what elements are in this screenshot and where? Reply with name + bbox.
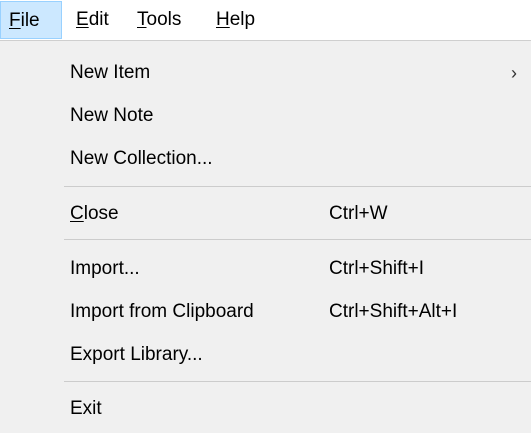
menu-bar: File Edit Tools Help bbox=[0, 0, 531, 40]
chevron-right-icon: › bbox=[511, 63, 517, 83]
menu-help[interactable]: Help bbox=[208, 1, 274, 39]
menu-help-mnemonic: H bbox=[216, 9, 230, 30]
menu-item-import[interactable]: Import... Ctrl+Shift+I bbox=[0, 249, 531, 289]
menu-item-exit-label: Exit bbox=[70, 398, 102, 419]
menu-tools[interactable]: Tools bbox=[129, 1, 205, 39]
menu-edit-mnemonic: E bbox=[76, 9, 89, 30]
file-menu-dropdown: New Item › New Note New Collection... Cl… bbox=[0, 40, 531, 433]
menu-item-close-label: Close bbox=[70, 194, 119, 234]
menu-edit[interactable]: Edit bbox=[68, 1, 124, 39]
menu-file-label: ile bbox=[20, 10, 40, 31]
menu-item-close-rest: lose bbox=[83, 203, 119, 224]
menu-help-label: elp bbox=[229, 9, 256, 30]
menu-item-export-library-label: Export Library... bbox=[70, 344, 203, 365]
menu-file-mnemonic: F bbox=[9, 10, 21, 31]
menu-edit-label: dit bbox=[88, 9, 109, 30]
application-window: File Edit Tools Help New Item › New Note… bbox=[0, 0, 531, 433]
menu-tools-mnemonic: T bbox=[137, 9, 147, 30]
menu-tools-label: ools bbox=[146, 9, 182, 30]
menu-item-new-note[interactable]: New Note bbox=[0, 96, 531, 136]
menu-separator bbox=[64, 381, 531, 382]
menu-item-new-item[interactable]: New Item › bbox=[0, 53, 531, 93]
menu-separator bbox=[64, 186, 531, 187]
menu-item-close-shortcut: Ctrl+W bbox=[329, 203, 388, 224]
menu-separator bbox=[64, 239, 531, 240]
menu-item-import-from-clipboard-label: Import from Clipboard bbox=[70, 301, 254, 322]
menu-item-new-note-label: New Note bbox=[70, 105, 154, 126]
menu-item-export-library[interactable]: Export Library... bbox=[0, 335, 531, 375]
menu-item-close-mnemonic: C bbox=[70, 203, 84, 224]
menu-item-import-label: Import... bbox=[70, 258, 140, 279]
menu-item-new-item-label: New Item bbox=[70, 62, 151, 83]
menu-item-close[interactable]: Close Ctrl+W bbox=[0, 194, 531, 234]
menu-item-new-collection[interactable]: New Collection... bbox=[0, 139, 531, 179]
menu-item-import-shortcut: Ctrl+Shift+I bbox=[329, 258, 425, 279]
menu-item-import-from-clipboard-shortcut: Ctrl+Shift+Alt+I bbox=[329, 301, 458, 322]
menu-item-exit[interactable]: Exit bbox=[0, 389, 531, 429]
menu-file[interactable]: File bbox=[0, 1, 62, 39]
menu-item-new-collection-label: New Collection... bbox=[70, 148, 213, 169]
menu-item-import-from-clipboard[interactable]: Import from Clipboard Ctrl+Shift+Alt+I bbox=[0, 292, 531, 332]
